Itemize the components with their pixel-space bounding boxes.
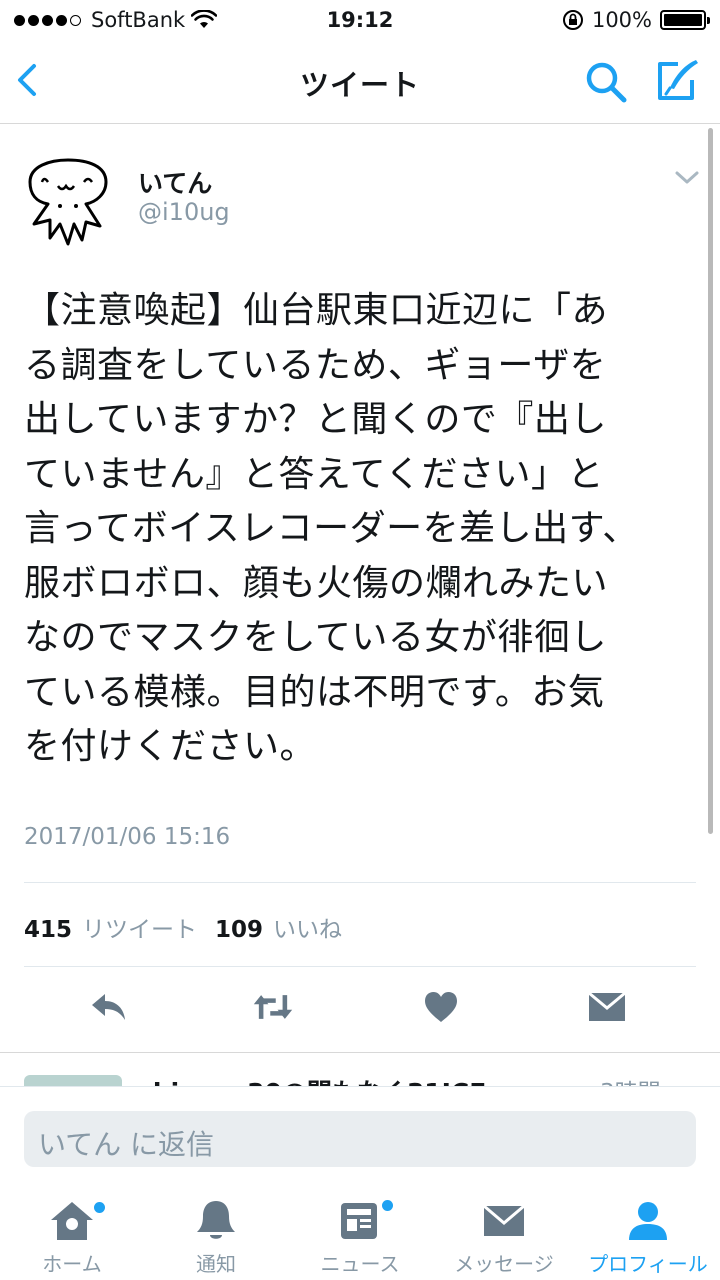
news-badge — [382, 1200, 393, 1211]
battery-info: 100% — [562, 8, 710, 32]
compose-icon — [658, 60, 698, 100]
tab-label: ホーム — [42, 1252, 102, 1276]
battery-percent: 100% — [591, 8, 652, 32]
status-bar: SoftBank 19:12 100% — [0, 0, 720, 40]
like-button[interactable] — [420, 986, 462, 1028]
heart-icon — [425, 992, 457, 1022]
like-label[interactable]: いいね — [273, 910, 342, 944]
tab-label: ニュース — [320, 1252, 400, 1276]
tab-label: メッセージ — [454, 1252, 554, 1276]
divider — [24, 966, 696, 967]
tweet-timestamp: 2017/01/06 15:16 — [24, 824, 231, 850]
tab-notifications[interactable]: 通知 — [144, 1184, 288, 1280]
tab-label: プロフィール — [588, 1252, 708, 1276]
envelope-icon — [588, 991, 626, 1021]
reply-button[interactable] — [88, 986, 130, 1028]
navigation-bar: ツイート — [0, 40, 720, 124]
chevron-down-icon[interactable] — [674, 170, 700, 186]
tweet-stats: 415 リツイート 109 いいね — [24, 910, 360, 944]
person-icon — [625, 1198, 671, 1244]
tab-messages[interactable]: メッセージ — [432, 1184, 576, 1280]
home-badge — [94, 1202, 105, 1213]
tab-profile[interactable]: プロフィール — [576, 1184, 720, 1280]
like-count[interactable]: 109 — [215, 917, 263, 943]
avatar[interactable] — [20, 152, 116, 248]
reply-composer: いてん に返信 — [0, 1086, 720, 1182]
author-name[interactable]: いてん — [138, 164, 212, 200]
news-icon — [337, 1198, 383, 1244]
retweet-icon — [253, 995, 293, 1019]
reply-icon — [92, 994, 125, 1020]
tweet-actions — [0, 986, 720, 1028]
search-icon — [586, 62, 627, 103]
divider — [24, 882, 696, 883]
tab-bar: ホーム 通知 ニュース メッセージ プロフィール — [0, 1184, 720, 1280]
tweet-text: 【注意喚起】仙台駅東口近辺に「あ る調査をしているため、ギョーザを 出しています… — [24, 290, 639, 767]
reply-list-item[interactable]: shi・n・30@間もなく31JCE 3時間 — [0, 1053, 720, 1086]
tab-home[interactable]: ホーム — [0, 1184, 144, 1280]
bell-icon — [193, 1198, 239, 1244]
retweet-label[interactable]: リツイート — [82, 910, 197, 944]
envelope-icon — [481, 1198, 527, 1244]
reply-author-name[interactable]: shi・n・30@間もなく31JCE — [138, 1073, 486, 1086]
search-button[interactable] — [582, 58, 630, 106]
home-icon — [49, 1198, 95, 1244]
battery-icon — [660, 10, 710, 30]
tab-label: 通知 — [196, 1252, 236, 1276]
direct-message-button[interactable] — [586, 986, 628, 1028]
tab-news[interactable]: ニュース — [288, 1184, 432, 1280]
rotation-lock-icon — [562, 10, 583, 30]
reply-input[interactable]: いてん に返信 — [24, 1111, 696, 1167]
avatar[interactable] — [24, 1075, 122, 1086]
compose-tweet-button[interactable] — [652, 56, 702, 106]
reply-time: 3時間 — [600, 1073, 661, 1086]
scrollbar[interactable] — [708, 128, 713, 834]
author-handle[interactable]: @i10ug — [138, 198, 230, 226]
retweet-button[interactable] — [252, 986, 294, 1028]
retweet-count[interactable]: 415 — [24, 917, 72, 943]
